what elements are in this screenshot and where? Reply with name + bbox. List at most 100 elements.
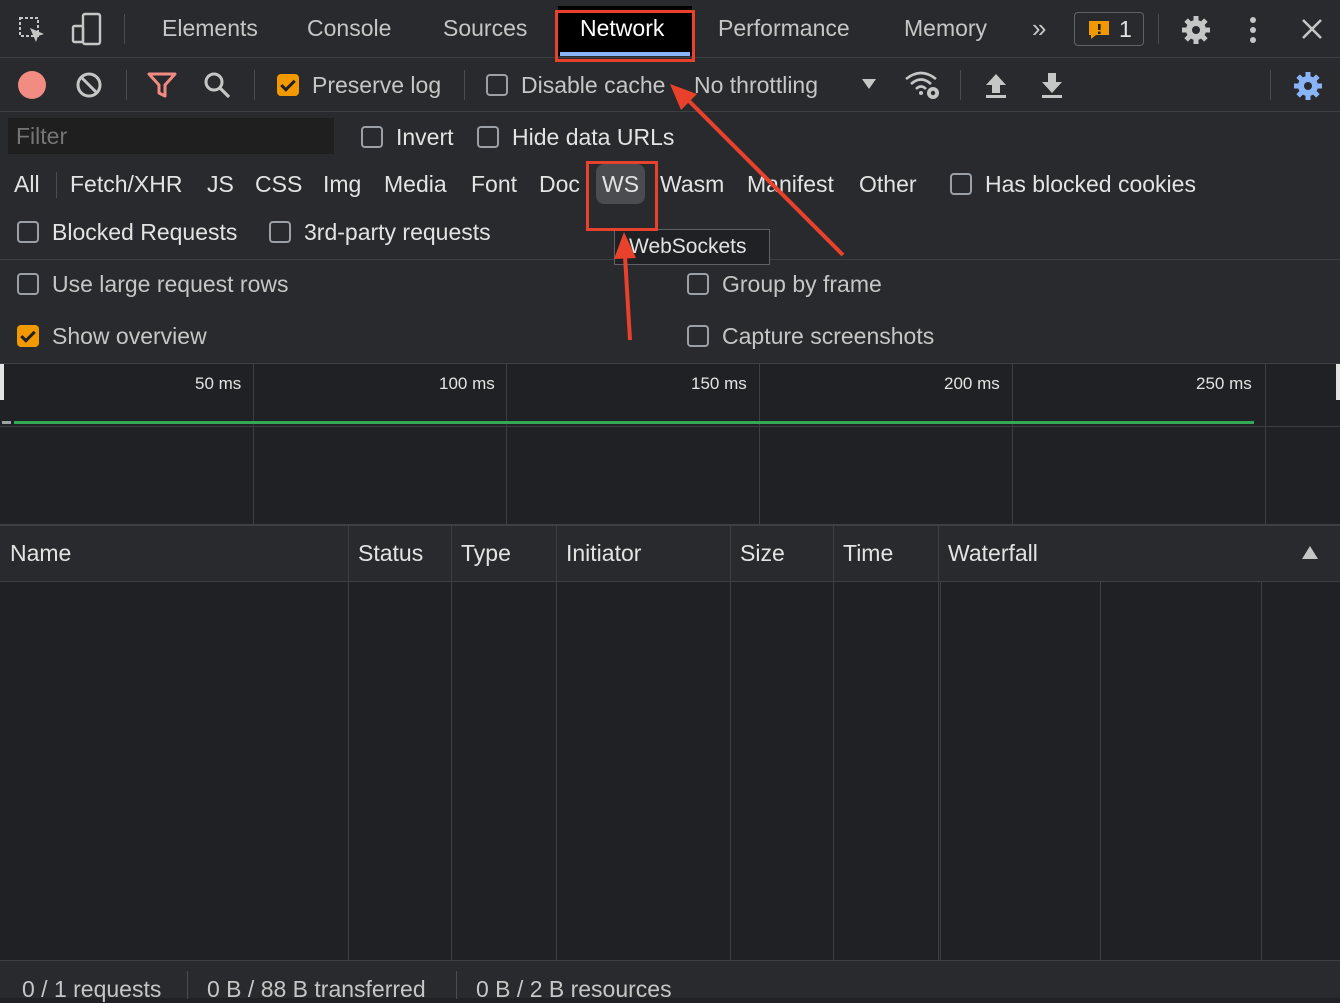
separator: [1158, 14, 1159, 44]
third-party-requests-checkbox[interactable]: [269, 221, 291, 243]
grid-line: [1265, 364, 1266, 524]
hide-data-urls-label: Hide data URLs: [512, 124, 675, 150]
network-settings-pane: Use large request rows Group by frame Sh…: [0, 260, 1340, 364]
record-button[interactable]: [18, 71, 46, 99]
issues-warning-icon: [1089, 21, 1109, 39]
import-har-icon[interactable]: [982, 70, 1010, 100]
settings-gear-icon[interactable]: [1180, 14, 1212, 46]
column-name[interactable]: Name: [10, 540, 71, 567]
type-filter-other[interactable]: Other: [853, 164, 923, 204]
column-waterfall[interactable]: Waterfall: [948, 540, 1038, 567]
preserve-log-checkbox[interactable]: [277, 74, 299, 96]
separator: [1270, 70, 1271, 100]
column-divider: [556, 582, 557, 960]
has-blocked-cookies-checkbox[interactable]: [950, 173, 972, 195]
column-divider: [348, 526, 349, 582]
tooltip-text: WebSockets: [629, 235, 747, 258]
grid-line: [253, 364, 254, 524]
group-by-frame-checkbox[interactable]: [687, 273, 709, 295]
blocked-requests-checkbox[interactable]: [17, 221, 39, 243]
tab-sources[interactable]: Sources: [443, 15, 527, 42]
column-size[interactable]: Size: [740, 540, 785, 567]
hide-data-urls-checkbox[interactable]: [477, 126, 499, 148]
column-initiator[interactable]: Initiator: [566, 540, 641, 567]
disable-cache-checkbox[interactable]: [486, 74, 508, 96]
column-divider: [833, 582, 834, 960]
column-divider: [556, 526, 557, 582]
annotation-box-network: [555, 10, 695, 62]
chevron-down-icon[interactable]: [862, 79, 876, 89]
column-type[interactable]: Type: [461, 540, 511, 567]
third-party-requests-label: 3rd-party requests: [304, 219, 491, 245]
type-filter-wasm[interactable]: Wasm: [654, 164, 730, 204]
separator: [124, 14, 125, 44]
sort-ascending-icon[interactable]: [1302, 546, 1318, 559]
large-request-rows-checkbox[interactable]: [17, 273, 39, 295]
separator: [56, 172, 57, 198]
type-filter-all[interactable]: All: [8, 164, 46, 204]
type-filter-doc[interactable]: Doc: [533, 164, 586, 204]
network-toolbar: Preserve log Disable cache No throttling: [0, 58, 1340, 112]
tab-console[interactable]: Console: [307, 15, 391, 42]
has-blocked-cookies-label: Has blocked cookies: [985, 171, 1196, 197]
search-icon[interactable]: [202, 70, 232, 100]
separator: [464, 70, 465, 100]
column-divider: [938, 582, 939, 960]
tick-label: 150 ms: [691, 374, 747, 393]
issues-button[interactable]: 1: [1074, 12, 1144, 46]
network-overview-timeline[interactable]: 50 ms 100 ms 150 ms 200 ms 250 ms: [0, 364, 1340, 526]
waterfall-grid-line: [1100, 582, 1101, 960]
export-har-icon[interactable]: [1038, 70, 1066, 100]
grid-line: [506, 364, 507, 524]
inspect-element-icon[interactable]: [16, 14, 48, 46]
column-status[interactable]: Status: [358, 540, 423, 567]
tab-performance[interactable]: Performance: [718, 15, 850, 42]
throttling-select[interactable]: No throttling: [694, 71, 818, 99]
resources-size: 0 B / 2 B resources: [476, 976, 672, 1002]
capture-screenshots-label: Capture screenshots: [722, 323, 935, 349]
type-filter-js[interactable]: JS: [201, 164, 240, 204]
close-icon[interactable]: [1298, 15, 1326, 43]
more-tabs-icon[interactable]: »: [1032, 14, 1046, 42]
filter-icon[interactable]: [146, 70, 178, 100]
issues-count: 1: [1119, 16, 1132, 42]
type-filter-fetch-xhr[interactable]: Fetch/XHR: [64, 164, 188, 204]
column-divider: [730, 526, 731, 582]
type-filter-media[interactable]: Media: [378, 164, 453, 204]
network-settings-gear-icon[interactable]: [1292, 70, 1324, 102]
clear-log-icon[interactable]: [74, 70, 104, 100]
column-divider: [451, 582, 452, 960]
overview-divider: [0, 426, 1340, 427]
tab-elements[interactable]: Elements: [162, 15, 258, 42]
device-toolbar-icon[interactable]: [70, 12, 104, 46]
network-status-bar: 0 / 1 requests 0 B / 88 B transferred 0 …: [0, 960, 1340, 1002]
type-filter-img[interactable]: Img: [317, 164, 367, 204]
grid-line: [1012, 364, 1013, 524]
overview-left-handle[interactable]: [0, 364, 4, 400]
invert-checkbox[interactable]: [361, 126, 383, 148]
type-filter-css[interactable]: CSS: [249, 164, 308, 204]
waterfall-grid-line: [1261, 582, 1262, 960]
show-overview-checkbox[interactable]: [17, 325, 39, 347]
filter-input[interactable]: [8, 118, 334, 154]
grid-line: [759, 364, 760, 524]
overview-right-handle[interactable]: [1336, 364, 1340, 400]
disable-cache-label: Disable cache: [521, 72, 666, 98]
tick-label: 100 ms: [439, 374, 495, 393]
type-filter-font[interactable]: Font: [465, 164, 523, 204]
large-request-rows-label: Use large request rows: [52, 271, 289, 297]
blocked-requests-label: Blocked Requests: [52, 219, 238, 245]
requests-table-body: [0, 582, 1340, 960]
show-overview-label: Show overview: [52, 323, 207, 349]
more-options-icon[interactable]: [1240, 14, 1266, 46]
requests-count: 0 / 1 requests: [22, 976, 162, 1002]
waterfall-grid-line: [940, 582, 941, 960]
separator: [456, 971, 457, 999]
column-time[interactable]: Time: [843, 540, 893, 567]
network-conditions-icon[interactable]: [904, 68, 942, 102]
separator: [126, 70, 127, 100]
type-filter-manifest[interactable]: Manifest: [741, 164, 840, 204]
tab-memory[interactable]: Memory: [904, 15, 987, 42]
capture-screenshots-checkbox[interactable]: [687, 325, 709, 347]
separator: [254, 70, 255, 100]
